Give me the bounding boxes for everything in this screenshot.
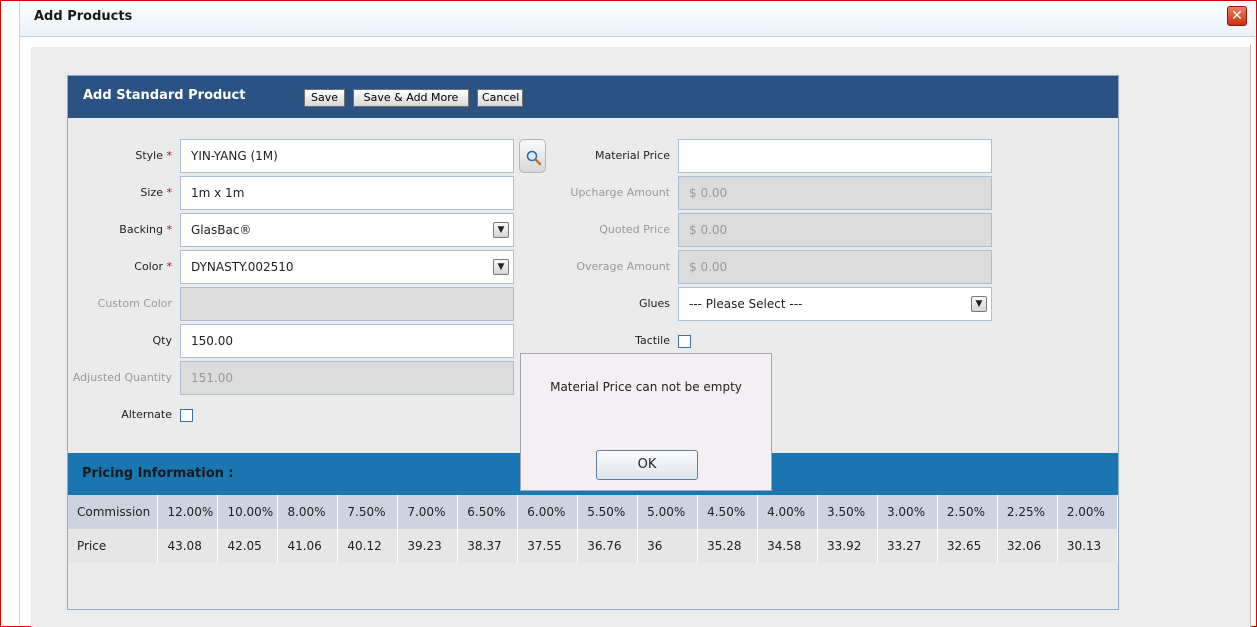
price-cell: 42.05 — [217, 529, 279, 563]
chevron-down-icon[interactable]: ▼ — [493, 259, 509, 275]
commission-cell: 2.25% — [997, 495, 1058, 529]
quoted-price-label: Quoted Price — [599, 223, 670, 236]
price-row: Price 43.08 42.05 41.06 40.12 39.23 38.3… — [68, 529, 1119, 563]
upcharge-amount-input: $ 0.00 — [678, 176, 992, 210]
upcharge-amount-label: Upcharge Amount — [570, 186, 670, 199]
window-titlebar: Add Products — [20, 1, 1255, 37]
overage-amount-input: $ 0.00 — [678, 250, 992, 284]
dialog-message: Material Price can not be empty — [550, 380, 742, 394]
quoted-price-input: $ 0.00 — [678, 213, 992, 247]
window-title: Add Products — [34, 9, 133, 24]
panel-title: Add Standard Product — [83, 88, 246, 103]
glues-select[interactable]: --- Please Select --- ▼ — [678, 287, 992, 321]
pricing-table: Commission 12.00% 10.00% 8.00% 7.50% 7.0… — [68, 495, 1119, 563]
color-value: DYNASTY.002510 — [191, 260, 294, 274]
overage-amount-label: Overage Amount — [576, 260, 670, 273]
magnifier-icon — [526, 150, 542, 166]
price-cell: 33.27 — [877, 529, 938, 563]
commission-cell: 7.00% — [397, 495, 459, 529]
glues-label: Glues — [638, 297, 670, 310]
price-cell: 35.28 — [697, 529, 759, 563]
commission-cell: 4.50% — [697, 495, 759, 529]
size-input[interactable]: 1m x 1m — [180, 176, 514, 210]
price-cell: 41.06 — [277, 529, 339, 563]
style-search-button[interactable] — [519, 139, 546, 173]
alternate-label: Alternate — [121, 408, 172, 421]
backing-label: Backing * — [119, 223, 172, 236]
adjusted-quantity-input: 151.00 — [180, 361, 514, 395]
qty-label: Qty — [152, 334, 172, 347]
price-cell: 34.58 — [757, 529, 819, 563]
commission-cell: 3.00% — [877, 495, 938, 529]
style-input[interactable]: YIN-YANG (1M) — [180, 139, 514, 173]
custom-color-input — [180, 287, 514, 321]
scroll-edge — [1250, 44, 1251, 627]
color-select[interactable]: DYNASTY.002510 ▼ — [180, 250, 514, 284]
commission-cell: 2.00% — [1057, 495, 1119, 529]
commission-label: Commission — [68, 495, 159, 529]
price-cell: 33.92 — [817, 529, 878, 563]
backing-select[interactable]: GlasBac® ▼ — [180, 213, 514, 247]
commission-cell: 7.50% — [337, 495, 399, 529]
price-cell: 32.06 — [997, 529, 1058, 563]
tactile-label: Tactile — [635, 334, 670, 347]
pricing-title: Pricing Information : — [82, 466, 234, 481]
tactile-checkbox[interactable] — [678, 335, 691, 348]
price-cell: 36.76 — [577, 529, 639, 563]
material-price-input[interactable] — [678, 139, 992, 173]
price-cell: 43.08 — [157, 529, 219, 563]
commission-cell: 4.00% — [757, 495, 819, 529]
chevron-down-icon[interactable]: ▼ — [493, 222, 509, 238]
adjusted-quantity-label: Adjusted Quantity — [72, 371, 172, 384]
color-label: Color * — [134, 260, 172, 273]
commission-cell: 8.00% — [277, 495, 339, 529]
price-cell: 32.65 — [937, 529, 998, 563]
material-price-label: Material Price — [594, 149, 670, 162]
commission-cell: 2.50% — [937, 495, 998, 529]
commission-cell: 5.00% — [637, 495, 699, 529]
size-label: Size * — [140, 186, 172, 199]
backing-value: GlasBac® — [191, 223, 252, 237]
commission-cell: 10.00% — [217, 495, 279, 529]
qty-input[interactable]: 150.00 — [180, 324, 514, 358]
style-label: Style * — [135, 149, 172, 162]
commission-cell: 12.00% — [157, 495, 219, 529]
commission-cell: 6.00% — [517, 495, 579, 529]
save-button[interactable]: Save — [304, 89, 345, 107]
cancel-button[interactable]: Cancel — [477, 89, 523, 107]
price-label: Price — [68, 529, 159, 563]
ok-button[interactable]: OK — [596, 450, 698, 480]
commission-cell: 3.50% — [817, 495, 878, 529]
price-cell: 39.23 — [397, 529, 459, 563]
custom-color-label: Custom Color — [97, 297, 172, 310]
price-cell: 30.13 — [1057, 529, 1119, 563]
commission-cell: 5.50% — [577, 495, 639, 529]
left-strip — [1, 1, 20, 625]
chevron-down-icon[interactable]: ▼ — [971, 296, 987, 312]
glues-value: --- Please Select --- — [689, 297, 803, 311]
price-cell: 38.37 — [457, 529, 519, 563]
price-cell: 36 — [637, 529, 699, 563]
price-cell: 40.12 — [337, 529, 399, 563]
alert-dialog: Material Price can not be empty OK — [520, 353, 772, 491]
save-add-more-button[interactable]: Save & Add More — [353, 89, 469, 107]
close-icon[interactable]: ✕ — [1227, 6, 1247, 26]
price-cell: 37.55 — [517, 529, 579, 563]
commission-row: Commission 12.00% 10.00% 8.00% 7.50% 7.0… — [68, 495, 1119, 529]
panel-header: Add Standard Product Save Save & Add Mor… — [68, 76, 1118, 118]
alternate-checkbox[interactable] — [180, 409, 193, 422]
commission-cell: 6.50% — [457, 495, 519, 529]
